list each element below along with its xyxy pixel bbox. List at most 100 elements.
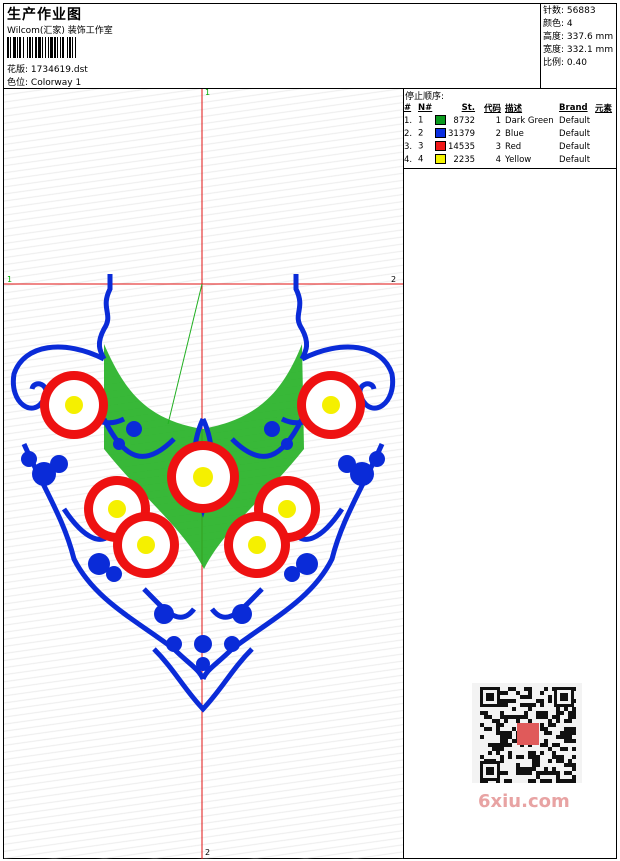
qr-module bbox=[556, 771, 560, 775]
row-code: 4 bbox=[495, 154, 502, 165]
qr-module bbox=[540, 723, 544, 727]
row-stitches: 8732 bbox=[453, 115, 476, 126]
qr-module bbox=[480, 711, 484, 715]
row-desc: Dark Green bbox=[505, 115, 554, 126]
row-element bbox=[595, 140, 619, 153]
qr-module bbox=[508, 751, 512, 755]
qr-module bbox=[528, 695, 532, 699]
row-stitches: 31379 bbox=[448, 128, 476, 139]
qr-module bbox=[504, 699, 508, 703]
row-brand: Default bbox=[559, 141, 591, 152]
qr-module bbox=[572, 779, 576, 783]
qr-code-pattern bbox=[480, 687, 576, 783]
col-element: 元素 bbox=[595, 103, 613, 114]
qr-module bbox=[516, 771, 520, 775]
qr-module bbox=[556, 743, 560, 747]
qr-module bbox=[500, 747, 504, 751]
qr-module bbox=[480, 735, 484, 739]
color-table: # N# St. 代码 描述 Brand 元素 1. 1 8732 1 Dark Gre… bbox=[404, 101, 619, 166]
row-element bbox=[595, 127, 619, 140]
stats-divider bbox=[540, 3, 541, 88]
row-brand: Default bbox=[559, 115, 591, 126]
flower-center bbox=[167, 441, 239, 513]
qr-module bbox=[500, 691, 504, 695]
row-needle: 2 bbox=[418, 128, 424, 139]
row-needle: 1 bbox=[418, 115, 424, 126]
qr-module bbox=[504, 715, 508, 719]
qr-module bbox=[572, 775, 576, 779]
qr-module bbox=[512, 707, 516, 711]
row-stitches: 14535 bbox=[448, 141, 476, 152]
qr-module bbox=[572, 707, 576, 711]
color-swatch bbox=[435, 128, 447, 139]
flower-right-bottom bbox=[224, 512, 290, 578]
qr-module bbox=[548, 695, 552, 699]
color-row: 4. 4 2235 4 Yellow Default bbox=[404, 153, 619, 166]
qr-module bbox=[548, 719, 552, 723]
qr-module bbox=[572, 755, 576, 759]
qr-module bbox=[544, 779, 548, 783]
qr-module bbox=[540, 779, 544, 783]
row-brand: Default bbox=[559, 128, 591, 139]
qr-module bbox=[504, 743, 508, 747]
colorway-line: 色位: Colorway 1 bbox=[7, 75, 81, 88]
color-row: 1. 1 8732 1 Dark Green Default bbox=[404, 114, 619, 127]
design-canvas bbox=[4, 89, 403, 859]
color-row: 3. 3 14535 3 Red Default bbox=[404, 140, 619, 153]
qr-module bbox=[492, 747, 496, 751]
qr-module bbox=[508, 743, 512, 747]
qr-module bbox=[488, 743, 492, 747]
qr-module bbox=[548, 759, 552, 763]
qr-module bbox=[572, 747, 576, 751]
color-swatch bbox=[435, 115, 447, 126]
qr-module bbox=[516, 767, 520, 771]
row-code: 3 bbox=[495, 141, 502, 152]
colorway-value: Colorway 1 bbox=[30, 78, 82, 88]
qr-module bbox=[500, 699, 504, 703]
qr-module bbox=[532, 759, 536, 763]
qr-module bbox=[564, 779, 568, 783]
qr-module bbox=[544, 739, 548, 743]
qr-module bbox=[540, 711, 544, 715]
flower-right-top bbox=[297, 371, 365, 439]
qr-module bbox=[548, 731, 552, 735]
panel-divider bbox=[403, 88, 404, 859]
qr-module bbox=[572, 711, 576, 715]
company-name: Wilcom(汇家) 装饰工作室 bbox=[7, 26, 113, 36]
qr-module bbox=[568, 739, 572, 743]
qr-module bbox=[572, 767, 576, 771]
color-swatch bbox=[435, 141, 447, 152]
qr-module bbox=[540, 703, 544, 707]
qr-module bbox=[488, 727, 492, 731]
qr-module bbox=[504, 703, 508, 707]
stat-colors: 颜色: 4 bbox=[543, 19, 573, 29]
qr-module bbox=[517, 723, 539, 745]
qr-module bbox=[496, 751, 500, 755]
qr-module bbox=[528, 691, 532, 695]
row-brand: Default bbox=[559, 154, 591, 165]
axis-label-top: 1 bbox=[205, 88, 211, 97]
pattern-label: 花版: bbox=[7, 65, 29, 75]
qr-module bbox=[480, 755, 484, 759]
qr-module bbox=[564, 763, 568, 767]
qr-module bbox=[564, 707, 568, 711]
barcode bbox=[7, 37, 140, 58]
qr-module bbox=[504, 719, 508, 723]
qr-module bbox=[496, 747, 500, 751]
qr-module bbox=[528, 755, 532, 759]
qr-module bbox=[548, 779, 552, 783]
qr-module bbox=[500, 711, 504, 715]
qr-module bbox=[524, 771, 528, 775]
qr-module bbox=[568, 763, 572, 767]
qr-module bbox=[540, 751, 544, 755]
qr-module bbox=[552, 743, 556, 747]
qr-module bbox=[500, 739, 504, 743]
qr-module bbox=[540, 715, 544, 719]
pattern-value: 1734619.dst bbox=[30, 65, 88, 75]
qr-module bbox=[552, 767, 556, 771]
col-index: # bbox=[404, 102, 412, 113]
qr-module bbox=[556, 775, 560, 779]
qr-module bbox=[564, 727, 568, 731]
stat-scale: 比例: 0.40 bbox=[543, 58, 587, 68]
qr-module bbox=[568, 711, 572, 715]
